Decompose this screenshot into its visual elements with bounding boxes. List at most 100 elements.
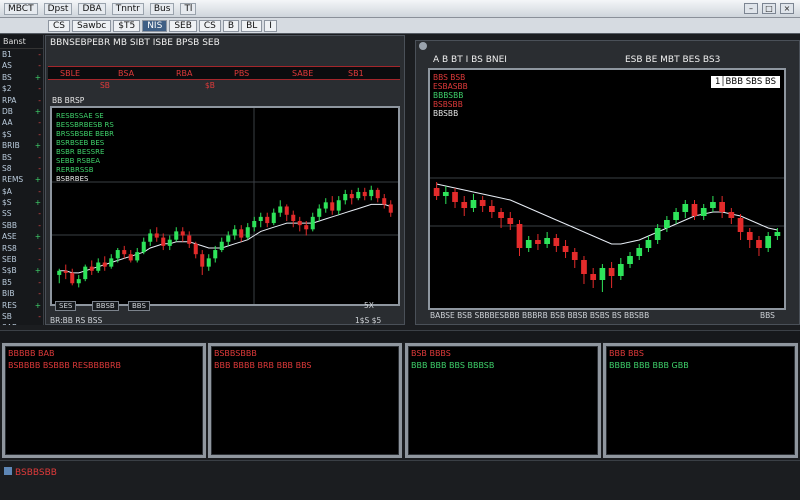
chart-tool-button[interactable]: SES: [55, 301, 77, 311]
watchlist-symbol: AA: [2, 118, 13, 128]
watchlist-symbol: S8: [2, 163, 12, 173]
watchlist-row[interactable]: SS -: [0, 208, 43, 219]
watchlist-change: -: [38, 209, 41, 219]
watchlist-row[interactable]: BS +: [0, 72, 43, 83]
panel-line: BBB BBB BBS BBBSB: [411, 361, 495, 370]
close-button[interactable]: ×: [780, 3, 794, 14]
candle-body: [336, 200, 341, 211]
chart-tool-button[interactable]: BBSB: [92, 301, 119, 311]
watchlist-row[interactable]: BRIB +: [0, 140, 43, 151]
right-candlestick-chart[interactable]: [430, 70, 784, 308]
candle-body: [654, 228, 661, 240]
toolbar-button[interactable]: CS: [198, 20, 221, 32]
watchlist-row[interactable]: SB -: [0, 311, 43, 322]
candle-body: [122, 250, 127, 255]
watchlist-row[interactable]: AA -: [0, 117, 43, 128]
candle-body: [452, 192, 458, 202]
watchlist-change: -: [38, 220, 41, 230]
watchlist-symbol: $S: [2, 198, 12, 208]
watchlist-row[interactable]: REMS +: [0, 174, 43, 185]
candle-body: [516, 224, 523, 248]
watchlist-row[interactable]: ASE +: [0, 231, 43, 242]
minimize-button[interactable]: –: [744, 3, 758, 14]
toolbar-button[interactable]: Sawbc: [72, 20, 112, 32]
candle-body: [590, 274, 597, 280]
left-strip-value: $B: [205, 81, 215, 90]
watchlist-row[interactable]: BS -: [0, 152, 43, 163]
candle-body: [57, 270, 62, 275]
panel-title: BSB BBBS: [411, 349, 451, 358]
candle-body: [645, 240, 652, 248]
toolbar-button-active[interactable]: NIS: [142, 20, 168, 32]
indicator-line: BSBRBES: [56, 175, 89, 183]
toolbar-button[interactable]: I: [264, 20, 277, 32]
maximize-button[interactable]: □: [762, 3, 776, 14]
info-line: BSBSBB: [433, 100, 463, 109]
bottom-panel-3[interactable]: BSB BBBS BBB BBB BBS BBBSB: [405, 343, 601, 458]
menu-item[interactable]: Dpst: [43, 3, 73, 15]
watchlist-change: +: [34, 141, 41, 151]
menu-item[interactable]: MBCT: [4, 3, 38, 15]
menu-item[interactable]: DBA: [78, 3, 106, 15]
watchlist-change: -: [38, 163, 41, 173]
watchlist-change: +: [34, 300, 41, 310]
candle-body: [664, 220, 670, 228]
watchlist-row[interactable]: B5 -: [0, 277, 43, 288]
menu-item[interactable]: Bus: [149, 3, 175, 15]
watchlist-symbol: $A: [2, 186, 12, 196]
status-icon: [4, 467, 12, 475]
menu-item[interactable]: Tnntr: [111, 3, 144, 15]
candle-body: [369, 189, 374, 197]
candle-body: [317, 208, 322, 217]
candle-body: [728, 212, 735, 218]
watchlist-row[interactable]: SAB -: [0, 322, 43, 325]
bottom-panel-1[interactable]: BBBBB BAB BSBBBB BSBBB RESBBBBRB: [2, 343, 206, 458]
watchlist-row[interactable]: $A -: [0, 186, 43, 197]
candle-body: [219, 241, 224, 251]
toolbar-button[interactable]: $T5: [113, 20, 141, 32]
indicator-line: SEBB RSBEA: [56, 157, 101, 165]
watchlist-symbol: SEB: [2, 255, 17, 265]
left-chart-pane[interactable]: RESBSSAE SE BESSBRBESB RS BRSSBSBE BEBR BSR…: [50, 106, 400, 306]
status-bar: BSBBSBB: [0, 460, 800, 500]
menu-item[interactable]: Tl: [180, 3, 197, 15]
watchlist-change: +: [34, 175, 41, 185]
right-chart-pane[interactable]: BBS BSB ESBASBB BBBSBB BSBSBB BBSBB 1│BB…: [428, 68, 786, 310]
bottom-panel-4[interactable]: BBB BBS BBBB BBB BBB GBB: [603, 343, 798, 458]
toolbar-button[interactable]: B: [222, 20, 240, 32]
watchlist-row[interactable]: $2 -: [0, 83, 43, 94]
watchlist-row[interactable]: RES +: [0, 300, 43, 311]
watchlist-row[interactable]: DB +: [0, 106, 43, 117]
watchlist-change: -: [38, 129, 41, 139]
watchlist-row[interactable]: $S -: [0, 129, 43, 140]
toolbar-button[interactable]: BL: [241, 20, 263, 32]
candle-body: [310, 216, 315, 230]
price-box: 1│BBB SBS BS: [711, 76, 780, 88]
candle-body: [265, 216, 270, 224]
watchlist-row[interactable]: BIB -: [0, 288, 43, 299]
watchlist-row[interactable]: SEB -: [0, 254, 43, 265]
watchlist-change: -: [38, 84, 41, 94]
candle-body: [627, 256, 633, 264]
candle-body: [102, 262, 107, 267]
panel-line: BBB BBBB BRB BBB BBS: [214, 361, 312, 370]
watchlist-row[interactable]: RPA -: [0, 95, 43, 106]
indicator-line: RERBRSSB: [56, 166, 94, 174]
toolbar-button[interactable]: SEB: [169, 20, 197, 32]
candle-body: [174, 231, 179, 240]
chart-tool-button[interactable]: BBS: [128, 301, 150, 311]
candle-body: [343, 194, 348, 201]
watchlist-symbol: AS: [2, 61, 12, 71]
watchlist-row[interactable]: SBB -: [0, 220, 43, 231]
watchlist-row[interactable]: B1 -: [0, 49, 43, 60]
watchlist-row[interactable]: S8 -: [0, 163, 43, 174]
toolbar-button[interactable]: CS: [48, 20, 70, 32]
watchlist-row[interactable]: S$B +: [0, 265, 43, 276]
bottom-panel-2[interactable]: BSBBSBBB BBB BBBB BRB BBB BBS: [208, 343, 402, 458]
watchlist-row[interactable]: RS8 -: [0, 243, 43, 254]
watchlist-row[interactable]: $S +: [0, 197, 43, 208]
watchlist-row[interactable]: AS -: [0, 60, 43, 71]
indicator-line: RESBSSAE SE: [56, 112, 104, 120]
candle-body: [284, 206, 289, 215]
watchlist-symbol: SS: [2, 209, 12, 219]
